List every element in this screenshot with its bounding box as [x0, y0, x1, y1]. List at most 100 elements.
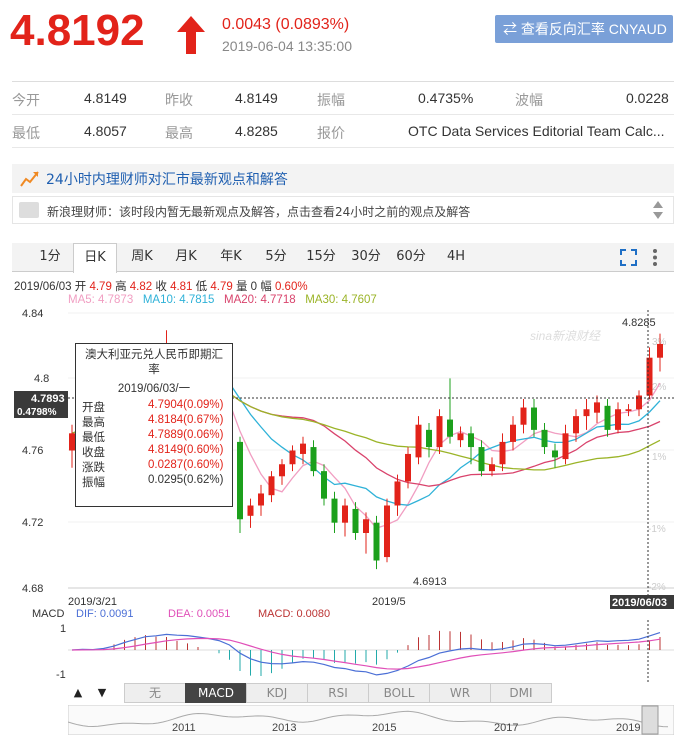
candle-body [436, 416, 443, 448]
stats-row-1: 今开 4.8149 昨收 4.8149 振幅 0.4735% 波幅 0.0228 [12, 82, 674, 115]
sina-watermark: sina新浪财经 [530, 329, 602, 343]
tooltip-row-high: 最高 4.8184(0.67%) [76, 414, 232, 429]
year-2011: 2011 [172, 722, 196, 734]
advisor-header[interactable]: 24小时内理财师对汇市最新观点和解答 [12, 164, 674, 193]
tab-daily-k[interactable]: 日K [73, 243, 117, 273]
legend-volume: 0 [250, 281, 258, 293]
tooltip-row-change: 涨跌 0.0287(0.60%) [76, 459, 232, 474]
candle-body [258, 493, 264, 506]
ohlc-legend: 2019/06/03 开 4.79 高 4.82 收 4.81 低 4.79 量… [14, 278, 308, 294]
tab-weekly-k[interactable]: 周K [124, 243, 160, 272]
stats-table: 今开 4.8149 昨收 4.8149 振幅 0.4735% 波幅 0.0228… [12, 81, 674, 148]
wave-value: 0.0228 [626, 90, 669, 106]
legend-amp: 0.60% [274, 281, 308, 293]
tooltip-amp-label: 振幅 [82, 477, 105, 489]
candle-body [247, 505, 254, 516]
y-tick-4.76: 4.76 [22, 445, 43, 457]
tooltip-low-label: 最低 [82, 432, 105, 444]
max-price-label: 4.8285 [622, 317, 656, 329]
indicator-wr[interactable]: WR [429, 683, 491, 703]
prev-close-value: 4.8149 [235, 90, 278, 106]
indicator-none[interactable]: 无 [124, 683, 186, 703]
candle-body [520, 407, 527, 425]
indicator-kdj[interactable]: KDJ [246, 683, 308, 703]
open-label: 今开 [12, 92, 40, 108]
tab-30min[interactable]: 30分 [348, 243, 384, 272]
reverse-rate-button[interactable]: ⇄ 查看反向汇率 CNYAUD [495, 15, 673, 43]
more-menu-icon[interactable] [651, 248, 659, 267]
macd-tick-neg1: -1 [56, 669, 66, 681]
pct-tick-neg1: -1% [648, 524, 666, 535]
wave-label: 波幅 [515, 92, 543, 108]
trend-icon [20, 171, 39, 187]
tooltip-row-low: 最低 4.7889(0.06%) [76, 429, 232, 444]
tab-monthly-k[interactable]: 月K [168, 243, 204, 272]
pct-tick-1: 1% [652, 452, 667, 463]
tooltip-high-label: 最高 [82, 417, 105, 429]
advisor-title[interactable]: 24小时内理财师对汇市最新观点和解答 [46, 169, 288, 189]
macd-title: MACD [32, 608, 64, 620]
fullscreen-icon[interactable] [620, 249, 637, 266]
scroll-up-button[interactable]: ▲ [68, 683, 88, 703]
y-tick-4.84: 4.84 [22, 308, 43, 320]
tooltip-open-label: 开盘 [82, 402, 105, 414]
low-label: 最低 [12, 125, 40, 141]
tab-yearly-k[interactable]: 年K [213, 243, 249, 272]
indicator-boll[interactable]: BOLL [368, 683, 430, 703]
tooltip-close-value: 4.8149(0.60%) [148, 444, 224, 456]
tab-60min[interactable]: 60分 [393, 243, 429, 272]
price-change: 0.0043 (0.0893%) [222, 16, 350, 33]
candle-body [300, 443, 306, 454]
advisor-message-text[interactable]: 新浪理财师：该时段内暂无最新观点及解答，点击查看24小时之前的观点及解答 [47, 203, 470, 220]
candle-body [237, 441, 243, 520]
high-label: 最高 [165, 125, 193, 141]
timeline-navigator[interactable]: 2011 2013 2015 2017 2019 [68, 705, 674, 735]
tooltip-row-open: 开盘 4.7904(0.09%) [76, 399, 232, 414]
high-value: 4.8285 [235, 123, 278, 139]
scroll-arrows-icon[interactable] [651, 199, 665, 221]
navigator-handle[interactable] [641, 705, 659, 735]
candle-body [447, 419, 453, 437]
macd-chart[interactable]: MACD DIF: 0.0091 DEA: 0.0051 MACD: 0.008… [0, 606, 681, 682]
tooltip-low-value: 4.7889(0.06%) [148, 429, 224, 441]
advisor-message[interactable]: 新浪理财师：该时段内暂无最新观点及解答，点击查看24小时之前的观点及解答 [12, 196, 674, 224]
scroll-down-button[interactable]: ▼ [92, 683, 112, 703]
candle-body [478, 447, 485, 472]
y-tick-4.8: 4.8 [34, 373, 49, 385]
indicator-rsi[interactable]: RSI [307, 683, 369, 703]
crosshair-price: 4.7893 [31, 393, 65, 405]
candle-body [331, 498, 338, 523]
tooltip-open-value: 4.7904(0.09%) [148, 399, 224, 411]
candle-body [657, 343, 663, 358]
y-tick-4.72: 4.72 [22, 517, 43, 529]
candle-body [489, 464, 495, 472]
y-tick-4.68: 4.68 [22, 583, 43, 595]
crosshair-pct: 0.4798% [17, 407, 57, 418]
tab-1min[interactable]: 1分 [32, 243, 68, 272]
candle-body [373, 522, 380, 561]
tab-4h[interactable]: 4H [438, 243, 474, 272]
candle-body [531, 407, 537, 430]
year-2013: 2013 [272, 722, 296, 734]
macd-dif: DIF: 0.0091 [76, 608, 133, 620]
candle-body [510, 424, 516, 442]
current-price: 4.8192 [10, 6, 145, 55]
tooltip-title: 澳大利亚元兑人民币即期汇率 [85, 349, 223, 376]
tab-5min[interactable]: 5分 [258, 243, 294, 272]
stats-row-2: 最低 4.8057 最高 4.8285 报价 OTC Data Services… [12, 115, 674, 148]
indicator-macd[interactable]: MACD [185, 683, 247, 703]
year-2019: 2019 [616, 722, 640, 734]
tab-15min[interactable]: 15分 [303, 243, 339, 272]
candle-body [468, 433, 474, 448]
macd-value: MACD: 0.0080 [258, 608, 330, 620]
tooltip-row-amplitude: 振幅 0.0295(0.62%) [76, 474, 232, 489]
period-tabs: 1分 日K 周K 月K 年K 5分 15分 30分 60分 4H [12, 243, 674, 273]
legend-open-label: 开 [74, 281, 87, 293]
tooltip-amp-value: 0.0295(0.62%) [148, 474, 224, 486]
candle-body [541, 429, 548, 448]
legend-open: 4.79 [89, 281, 112, 293]
candle-body [583, 409, 590, 417]
quote-label: 报价 [317, 125, 345, 141]
indicator-dmi[interactable]: DMI [490, 683, 552, 703]
candle-body [594, 402, 600, 413]
